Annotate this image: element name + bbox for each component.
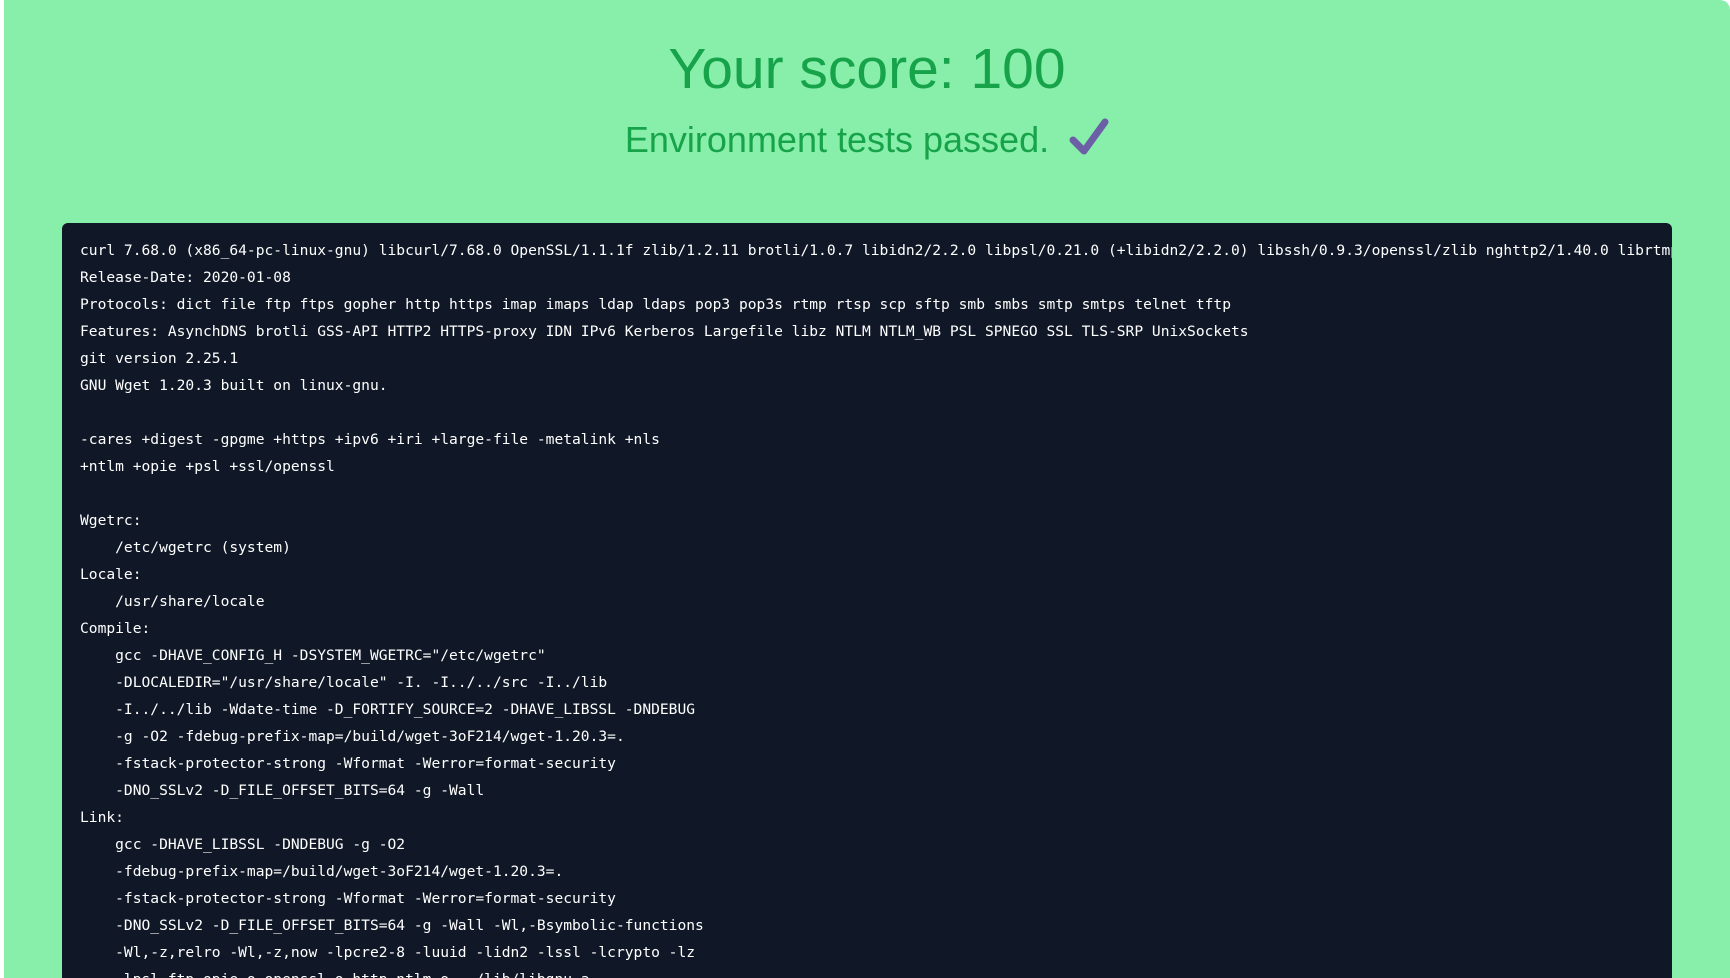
score-title: Your score: 100 — [668, 37, 1066, 101]
terminal-line: -fdebug-prefix-map=/build/wget-3oF214/wg… — [80, 863, 564, 880]
status-line: Environment tests passed. — [4, 116, 1730, 164]
terminal-line: -DLOCALEDIR="/usr/share/locale" -I. -I..… — [80, 674, 608, 691]
terminal-line: -g -O2 -fdebug-prefix-map=/build/wget-3o… — [80, 728, 625, 745]
terminal-line: gcc -DHAVE_LIBSSL -DNDEBUG -g -O2 — [80, 836, 406, 853]
terminal-line: git version 2.25.1 — [80, 350, 239, 367]
terminal-line: -fstack-protector-strong -Wformat -Werro… — [80, 755, 616, 772]
terminal-line: curl 7.68.0 (x86_64-pc-linux-gnu) libcur… — [80, 242, 1672, 259]
terminal-text: curl 7.68.0 (x86_64-pc-linux-gnu) libcur… — [62, 223, 1672, 978]
terminal-line: Protocols: dict file ftp ftps gopher htt… — [80, 296, 1231, 313]
terminal-output: curl 7.68.0 (x86_64-pc-linux-gnu) libcur… — [62, 223, 1672, 978]
terminal-line: -fstack-protector-strong -Wformat -Werro… — [80, 890, 616, 907]
terminal-line: Wgetrc: — [80, 512, 142, 529]
terminal-line: Compile: — [80, 620, 151, 637]
terminal-line: -DNO_SSLv2 -D_FILE_OFFSET_BITS=64 -g -Wa… — [80, 782, 485, 799]
terminal-line: gcc -DHAVE_CONFIG_H -DSYSTEM_WGETRC="/et… — [80, 647, 546, 664]
terminal-line: Locale: — [80, 566, 142, 583]
terminal-line: -DNO_SSLv2 -D_FILE_OFFSET_BITS=64 -g -Wa… — [80, 917, 704, 934]
terminal-line: /usr/share/locale — [80, 593, 265, 610]
check-icon — [1069, 118, 1109, 158]
status-text: Environment tests passed. — [624, 119, 1050, 160]
terminal-line: +ntlm +opie +psl +ssl/openssl — [80, 458, 335, 475]
terminal-line: -I../../lib -Wdate-time -D_FORTIFY_SOURC… — [80, 701, 696, 718]
terminal-line: /etc/wgetrc (system) — [80, 539, 291, 556]
terminal-line: Features: AsynchDNS brotli GSS-API HTTP2… — [80, 323, 1249, 340]
terminal-line: GNU Wget 1.20.3 built on linux-gnu. — [80, 377, 388, 394]
terminal-line: Link: — [80, 809, 124, 826]
terminal-line: Release-Date: 2020-01-08 — [80, 269, 291, 286]
terminal-line: -lpsl ftp-opie.o openssl.o http-ntlm.o .… — [80, 966, 1672, 978]
results-page: Your score: 100 Environment tests passed… — [4, 0, 1730, 978]
terminal-line: -Wl,-z,relro -Wl,-z,now -lpcre2-8 -luuid… — [80, 944, 696, 961]
terminal-line: -cares +digest -gpgme +https +ipv6 +iri … — [80, 431, 660, 448]
